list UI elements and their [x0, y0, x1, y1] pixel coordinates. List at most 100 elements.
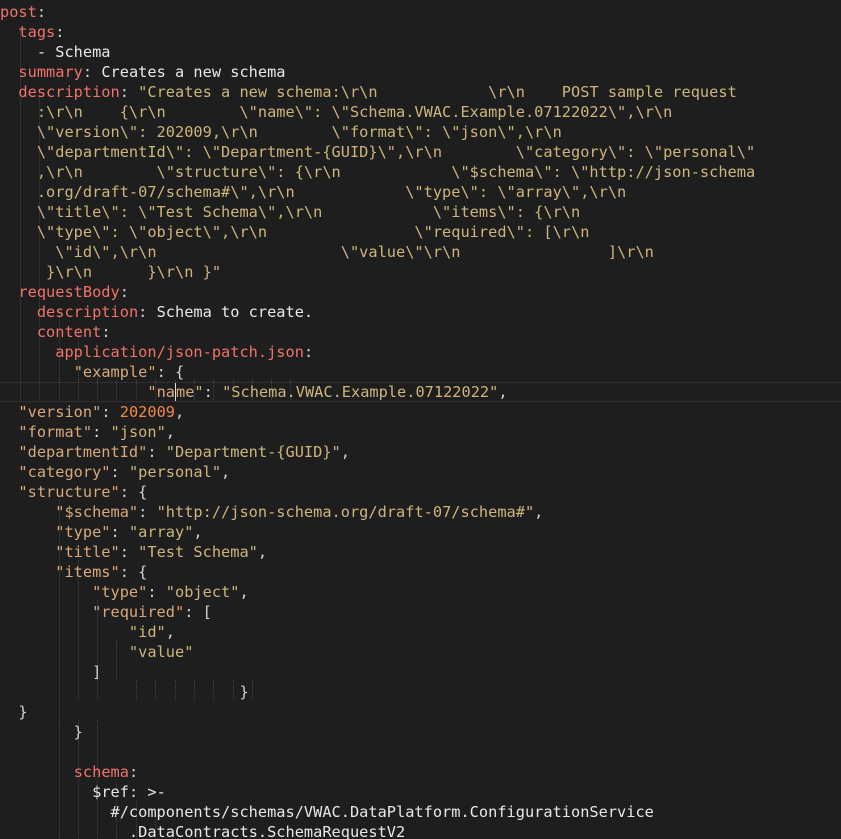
- code-line[interactable]: "structure": {: [0, 482, 841, 502]
- code-line[interactable]: .org/draft-07/schema#\",\r\n \"type\": \…: [0, 182, 841, 202]
- code-token: :: [119, 543, 139, 561]
- code-line[interactable]: "required": [: [0, 602, 841, 622]
- code-token: }\r\n }\r\n }": [0, 263, 222, 281]
- code-line[interactable]: }: [0, 702, 841, 722]
- code-token: "title": [0, 543, 120, 561]
- code-token: "value": [0, 643, 194, 661]
- code-token: ,: [257, 543, 268, 561]
- code-token: : {: [156, 363, 185, 381]
- code-line[interactable]: "category": "personal",: [0, 462, 841, 482]
- code-token: \"id\",\r\n \"value\"\r\n ]\r\n: [0, 243, 654, 261]
- code-token: ,: [175, 403, 185, 421]
- code-token: .DataContracts.SchemaRequestV2: [0, 823, 406, 839]
- code-line[interactable]: }\r\n }\r\n }": [0, 262, 841, 282]
- code-token: }: [0, 703, 28, 721]
- code-token: "category": [0, 463, 111, 481]
- code-line[interactable]: "$schema": "http://json-schema.org/draft…: [0, 502, 841, 522]
- code-token: "array": [128, 523, 194, 541]
- code-token: \"version\": 202009,\r\n \"format\": \"j…: [0, 123, 562, 141]
- code-line[interactable]: \"type\": \"object\",\r\n \"required\": …: [0, 222, 841, 242]
- code-line[interactable]: "format": "json",: [0, 422, 841, 442]
- code-lines: post: tags: - Schema summary: Creates a …: [0, 2, 841, 839]
- code-line[interactable]: }: [0, 682, 841, 702]
- code-line[interactable]: ]: [0, 662, 841, 682]
- code-token: "$schema": [0, 503, 139, 521]
- code-token: "Creates a new schema:\r\n \r\n POST sam…: [138, 83, 737, 101]
- code-line[interactable]: description: Schema to create.: [0, 302, 841, 322]
- code-token: :: [203, 383, 223, 401]
- code-line[interactable]: \"departmentId\": \"Department-{GUID}\",…: [0, 142, 841, 162]
- code-line[interactable]: description: "Creates a new schema:\r\n …: [0, 82, 841, 102]
- code-line[interactable]: requestBody:: [0, 282, 841, 302]
- code-token: Creates a new schema: [101, 63, 286, 81]
- code-token: "object": [165, 583, 240, 601]
- code-line[interactable]: "title": "Test Schema",: [0, 542, 841, 562]
- code-line[interactable]: "items": {: [0, 562, 841, 582]
- code-token: :: [92, 423, 111, 441]
- code-token: :: [147, 443, 166, 461]
- code-token: "example": [73, 363, 157, 381]
- code-token: >-: [147, 783, 166, 801]
- code-token: 202009: [119, 403, 175, 421]
- code-token: ,: [221, 463, 231, 481]
- code-line[interactable]: .DataContracts.SchemaRequestV2: [0, 822, 841, 839]
- code-line[interactable]: #/components/schemas/VWAC.DataPlatform.C…: [0, 802, 841, 822]
- code-line[interactable]: schema:: [0, 762, 841, 782]
- code-editor[interactable]: post: tags: - Schema summary: Creates a …: [0, 0, 841, 839]
- code-token: application/json-patch.json: [55, 343, 304, 361]
- code-token: "items": [0, 563, 120, 581]
- code-line[interactable]: [0, 742, 841, 762]
- code-token: : {: [119, 563, 148, 581]
- code-line[interactable]: $ref: >-: [0, 782, 841, 802]
- code-token: "json": [110, 423, 166, 441]
- code-line[interactable]: tags:: [0, 22, 841, 42]
- code-line[interactable]: :\r\n {\r\n \"name\": \"Schema.VWAC.Exam…: [0, 102, 841, 122]
- code-token: :: [303, 343, 314, 361]
- code-line[interactable]: "departmentId": "Department-{GUID}",: [0, 442, 841, 462]
- code-token: :: [36, 3, 47, 21]
- code-line[interactable]: "value": [0, 642, 841, 662]
- code-line[interactable]: \"id\",\r\n \"value\"\r\n ]\r\n: [0, 242, 841, 262]
- code-line[interactable]: - Schema: [0, 42, 841, 62]
- code-token: "na: [147, 383, 175, 401]
- code-line[interactable]: content:: [0, 322, 841, 342]
- code-line[interactable]: post:: [0, 2, 841, 22]
- code-token: $ref: [92, 783, 129, 801]
- code-line[interactable]: \"title\": \"Test Schema\",\r\n \"items\…: [0, 202, 841, 222]
- code-token: \"departmentId\": \"Department-{GUID}\",…: [0, 143, 756, 161]
- code-line[interactable]: \"version\": 202009,\r\n \"format\": \"j…: [0, 122, 841, 142]
- code-line[interactable]: summary: Creates a new schema: [0, 62, 841, 82]
- code-token: :: [110, 463, 129, 481]
- code-token: \"type\": \"object\",\r\n \"required\": …: [0, 223, 590, 241]
- code-line[interactable]: "example": {: [0, 362, 841, 382]
- code-token: .org/draft-07/schema#\",\r\n \"type\": \…: [0, 183, 627, 201]
- code-token: :\r\n {\r\n \"name\": \"Schema.VWAC.Exam…: [0, 103, 673, 121]
- code-token: "required": [0, 603, 185, 621]
- code-token: requestBody: [18, 283, 120, 301]
- current-line[interactable]: "name": "Schema.VWAC.Example.07122022",: [0, 382, 841, 402]
- code-line[interactable]: ,\r\n \"structure\": {\r\n \"$schema\": …: [0, 162, 841, 182]
- code-line[interactable]: }: [0, 722, 841, 742]
- code-token: "format": [0, 423, 93, 441]
- code-token: "structure": [0, 483, 120, 501]
- code-token: ,: [340, 443, 350, 461]
- code-line[interactable]: "type": "array",: [0, 522, 841, 542]
- code-token: ]: [0, 663, 102, 681]
- code-line[interactable]: "id",: [0, 622, 841, 642]
- code-token: schema: [73, 763, 129, 781]
- code-line[interactable]: "version": 202009,: [0, 402, 841, 422]
- code-line[interactable]: "type": "object",: [0, 582, 841, 602]
- code-token: "departmentId": [0, 443, 148, 461]
- code-token: "id": [0, 623, 166, 641]
- code-line[interactable]: application/json-patch.json:: [0, 342, 841, 362]
- code-token: tags: [18, 23, 56, 41]
- code-token: description: [18, 83, 120, 101]
- code-token: "Test Schema": [138, 543, 258, 561]
